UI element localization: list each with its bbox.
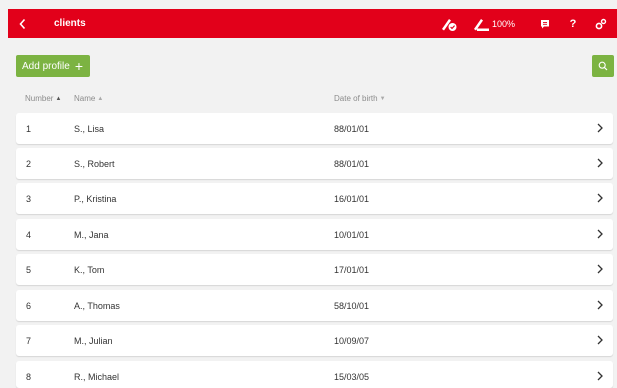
row-number: 8 [26, 372, 32, 382]
back-button[interactable] [8, 9, 38, 38]
chevron-right-icon [597, 300, 603, 310]
row-name: K., Tom [74, 265, 105, 275]
chevron-right-icon [597, 229, 603, 239]
row-name: A., Thomas [74, 301, 120, 311]
row-number: 4 [26, 230, 32, 240]
sort-up-icon: ▲ [55, 95, 62, 102]
sort-up-icon: ▲ [97, 95, 104, 102]
message-icon [541, 19, 549, 28]
table-row[interactable]: 5 K., Tom 17/01/01 [16, 254, 613, 285]
row-number: 6 [26, 301, 32, 311]
chevron-right-icon [597, 158, 603, 168]
row-dob: 17/01/01 [334, 265, 370, 275]
top-bar: clients 100% ? [8, 9, 617, 38]
column-header-name[interactable]: Name ▲ [74, 94, 103, 103]
table-row[interactable]: 7 M., Julian 10/09/07 [16, 325, 613, 356]
row-number: 5 [26, 265, 32, 275]
row-dob: 88/01/01 [334, 124, 370, 134]
chevron-right-icon [597, 264, 603, 274]
row-number: 1 [26, 124, 32, 134]
column-header-number[interactable]: Number ▲ [25, 94, 61, 103]
row-name: P., Kristina [74, 194, 117, 204]
row-name: R., Michael [74, 372, 120, 382]
table-row[interactable]: 8 R., Michael 15/03/05 [16, 361, 613, 388]
plus-icon: + [74, 58, 83, 74]
row-number: 2 [26, 159, 32, 169]
pen-battery-icon [472, 9, 490, 38]
add-profile-button[interactable]: Add profile + [16, 55, 90, 77]
row-name: M., Jana [74, 230, 109, 240]
row-dob: 88/01/01 [334, 159, 370, 169]
chevron-right-icon [597, 193, 603, 203]
table-row[interactable]: 3 P., Kristina 16/01/01 [16, 183, 613, 214]
chevron-right-icon [597, 335, 603, 345]
question-icon: ? [569, 17, 577, 30]
search-button[interactable] [592, 55, 614, 77]
pen-check-icon [440, 9, 458, 38]
table-row[interactable]: 1 S., Lisa 88/01/01 [16, 113, 613, 144]
table-row[interactable]: 6 A., Thomas 58/10/01 [16, 290, 613, 321]
row-dob: 58/10/01 [334, 301, 370, 311]
chevron-left-icon [19, 18, 26, 29]
messages-button[interactable] [533, 9, 557, 38]
sort-down-icon: ▼ [379, 95, 386, 102]
page-title: clients [54, 18, 86, 29]
gear-icon [595, 18, 607, 29]
settings-button[interactable] [589, 9, 613, 38]
row-dob: 15/03/05 [334, 372, 370, 382]
row-number: 3 [26, 194, 32, 204]
row-dob: 10/09/07 [334, 336, 370, 346]
add-profile-label: Add profile [22, 60, 70, 72]
battery-level: 100% [491, 18, 515, 29]
column-header-dob[interactable]: Date of birth ▼ [334, 94, 386, 103]
row-number: 7 [26, 336, 32, 346]
row-dob: 16/01/01 [334, 194, 370, 204]
row-name: S., Lisa [74, 124, 105, 134]
row-dob: 10/01/01 [334, 230, 370, 240]
row-name: S., Robert [74, 159, 115, 169]
chevron-right-icon [597, 371, 603, 381]
chevron-right-icon [597, 123, 603, 133]
row-name: M., Julian [74, 336, 113, 346]
table-row[interactable]: 2 S., Robert 88/01/01 [16, 148, 613, 179]
help-button[interactable]: ? [561, 9, 585, 38]
search-icon [598, 61, 608, 71]
table-row[interactable]: 4 M., Jana 10/01/01 [16, 219, 613, 250]
